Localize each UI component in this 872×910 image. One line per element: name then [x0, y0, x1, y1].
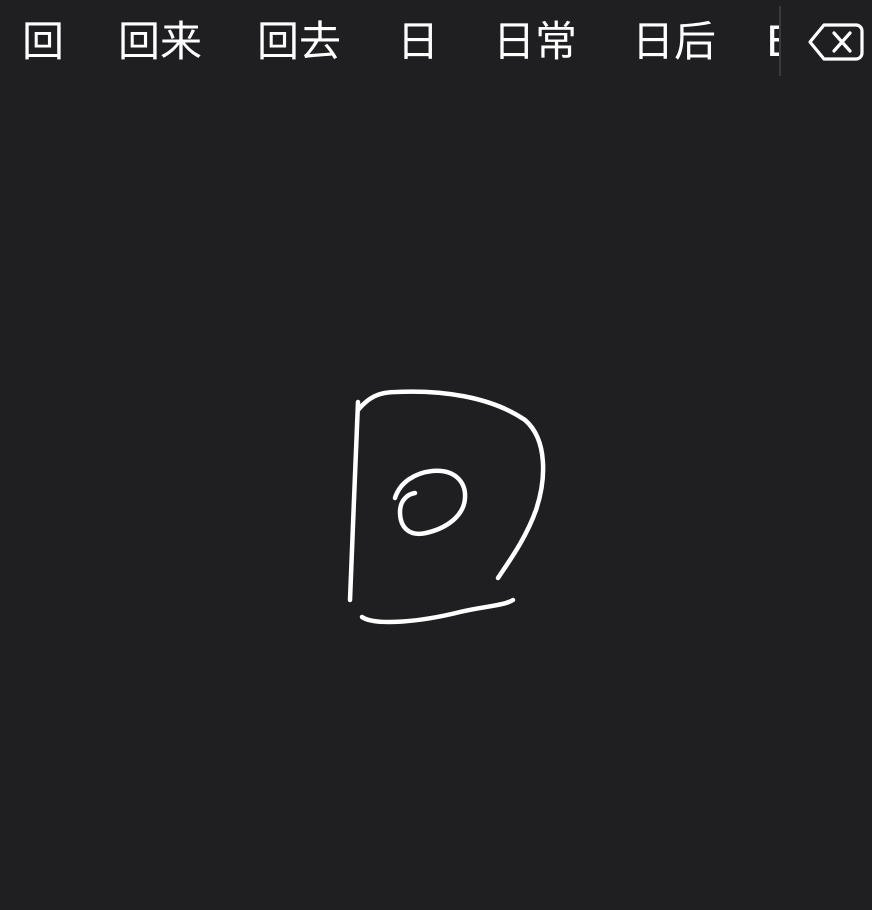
delete-button[interactable] [806, 18, 866, 66]
stroke-left-vertical [347, 399, 361, 603]
backspace-delete-icon [808, 23, 864, 61]
candidate-item[interactable]: 回去 [257, 14, 341, 70]
candidate-item[interactable]: 回 [22, 14, 64, 70]
candidate-item[interactable]: 回来 [118, 14, 202, 70]
handwriting-canvas[interactable] [0, 84, 872, 910]
stroke-bottom [359, 597, 516, 625]
candidate-list: 回 回来 回去 日 日常 日后 E [0, 0, 780, 84]
candidate-item[interactable]: 日 [397, 14, 439, 70]
candidate-item[interactable]: E [766, 14, 780, 70]
stroke-top-right-curve [355, 389, 546, 581]
candidate-bar: 回 回来 回去 日 日常 日后 E [0, 0, 872, 84]
handwriting-strokes [347, 389, 546, 625]
candidate-item[interactable]: 日常 [493, 14, 577, 70]
candidate-item[interactable]: 日后 [632, 14, 716, 70]
stroke-inner-loop [392, 468, 468, 537]
candidate-bar-divider [779, 6, 781, 76]
